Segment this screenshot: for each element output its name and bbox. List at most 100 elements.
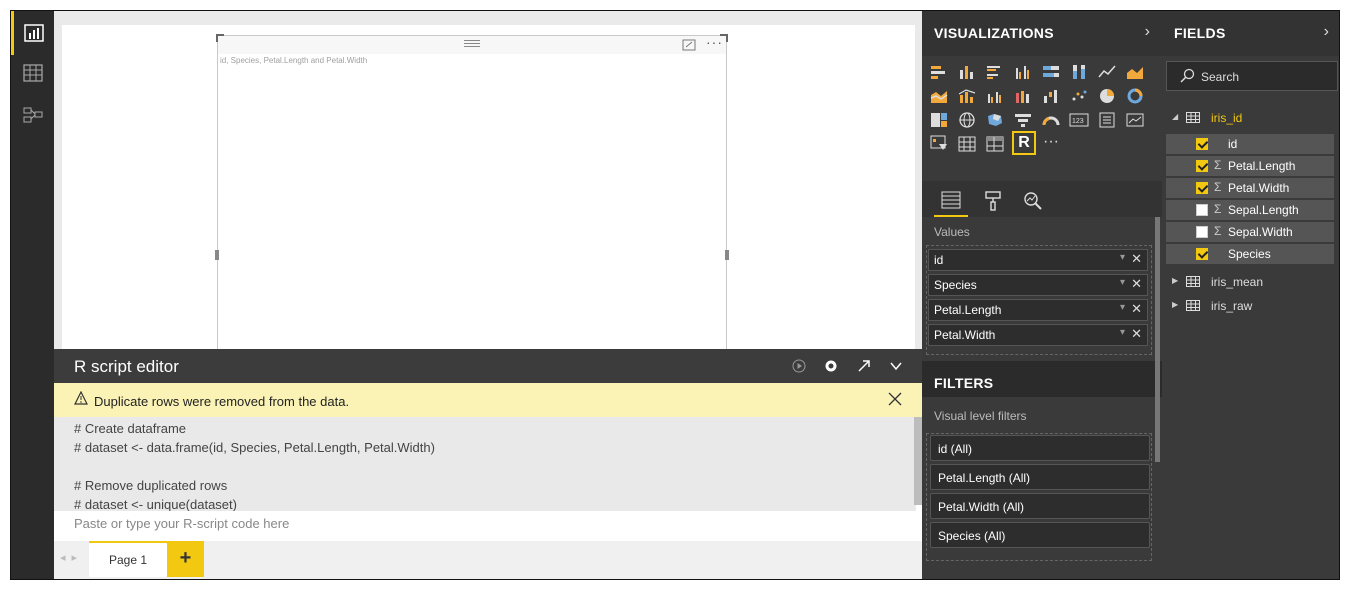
fields-search-input[interactable]: Search bbox=[1166, 61, 1338, 91]
stacked-area-chart-icon[interactable] bbox=[928, 85, 950, 107]
dropdown-icon[interactable]: ▾ bbox=[1120, 302, 1125, 313]
donut-chart-icon[interactable] bbox=[1124, 85, 1146, 107]
r-visual[interactable]: ··· id, Species, Petal.Length and Petal.… bbox=[215, 34, 729, 355]
collapsed-triangle-icon[interactable]: ▶ bbox=[1172, 276, 1178, 285]
clustered-bar-chart-icon[interactable] bbox=[984, 61, 1006, 83]
checkbox-unchecked[interactable] bbox=[1196, 204, 1208, 216]
stacked-column-chart-icon[interactable] bbox=[956, 61, 978, 83]
focus-mode-icon[interactable] bbox=[682, 38, 696, 56]
resize-handle[interactable] bbox=[215, 250, 219, 260]
matrix-visual-icon[interactable] bbox=[984, 133, 1006, 155]
run-script-icon[interactable] bbox=[789, 356, 809, 376]
page-tab-bar: ◂▸ Page 1 + bbox=[54, 541, 922, 579]
add-page-button[interactable]: + bbox=[167, 541, 204, 577]
waterfall-chart-icon[interactable] bbox=[1040, 85, 1062, 107]
open-external-icon[interactable] bbox=[854, 356, 874, 376]
dropdown-icon[interactable]: ▾ bbox=[1120, 252, 1125, 263]
slicer-icon[interactable] bbox=[928, 133, 950, 155]
visual-title: id, Species, Petal.Length and Petal.Widt… bbox=[220, 56, 368, 65]
stacked-bar-chart-icon[interactable] bbox=[928, 61, 950, 83]
collapse-chevron-down-icon[interactable] bbox=[886, 356, 906, 376]
drag-handle-icon[interactable] bbox=[464, 38, 480, 48]
field-item[interactable]: id bbox=[1166, 134, 1334, 154]
filter-card[interactable]: id (All) bbox=[930, 435, 1150, 461]
table-icon bbox=[1186, 112, 1200, 126]
remove-field-icon[interactable]: ✕ bbox=[1131, 251, 1142, 267]
checkbox-checked[interactable] bbox=[1196, 248, 1208, 260]
pane-scrollbar[interactable] bbox=[1155, 217, 1160, 462]
scatter-chart-icon[interactable] bbox=[1068, 85, 1090, 107]
data-view-icon[interactable] bbox=[11, 51, 54, 95]
value-field-well[interactable]: id ▾ ✕ bbox=[928, 249, 1148, 271]
line-and-clustered-column-icon[interactable] bbox=[984, 85, 1006, 107]
chevron-right-icon[interactable]: › bbox=[1324, 23, 1329, 41]
table-item-iris-id[interactable]: ◢ iris_id bbox=[1162, 107, 1339, 129]
field-item[interactable]: Σ Petal.Width bbox=[1166, 178, 1334, 198]
field-item[interactable]: Σ Petal.Length bbox=[1166, 156, 1334, 176]
settings-gear-icon[interactable] bbox=[821, 356, 841, 376]
r-code-area[interactable]: # Create dataframe # dataset <- data.fram… bbox=[54, 417, 916, 512]
value-field-well[interactable]: Petal.Length ▾ ✕ bbox=[928, 299, 1148, 321]
gauge-icon[interactable] bbox=[1040, 109, 1062, 131]
filter-card[interactable]: Petal.Width (All) bbox=[930, 493, 1150, 519]
clustered-column-chart-icon[interactable] bbox=[1012, 61, 1034, 83]
remove-field-icon[interactable]: ✕ bbox=[1131, 326, 1142, 342]
r-script-visual-icon[interactable]: R bbox=[1012, 131, 1036, 155]
expanded-triangle-icon[interactable]: ◢ bbox=[1172, 112, 1178, 121]
table-item-iris-mean[interactable]: ▶ iris_mean bbox=[1162, 271, 1339, 293]
funnel-chart-icon[interactable] bbox=[1012, 109, 1034, 131]
report-view-icon[interactable] bbox=[11, 11, 54, 55]
table-visual-icon[interactable] bbox=[956, 133, 978, 155]
100-stacked-column-icon[interactable] bbox=[1068, 61, 1090, 83]
field-name: Petal.Width bbox=[1228, 181, 1290, 195]
analytics-magnifier-icon[interactable] bbox=[1016, 185, 1050, 217]
chevron-right-icon[interactable]: › bbox=[1145, 23, 1150, 41]
multi-row-card-icon[interactable] bbox=[1096, 109, 1118, 131]
duplicate-warning-banner: Duplicate rows were removed from the dat… bbox=[54, 383, 922, 417]
resize-handle[interactable] bbox=[725, 250, 729, 260]
relationship-view-icon[interactable] bbox=[11, 93, 54, 137]
value-field-well[interactable]: Species ▾ ✕ bbox=[928, 274, 1148, 296]
ribbon-chart-icon[interactable] bbox=[1012, 85, 1034, 107]
fields-tab-icon[interactable] bbox=[934, 185, 968, 217]
close-icon[interactable] bbox=[888, 392, 902, 409]
r-script-input[interactable]: Paste or type your R-script code here bbox=[54, 511, 922, 541]
table-item-iris-raw[interactable]: ▶ iris_raw bbox=[1162, 295, 1339, 317]
collapsed-triangle-icon[interactable]: ▶ bbox=[1172, 300, 1178, 309]
field-item[interactable]: Σ Sepal.Length bbox=[1166, 200, 1334, 220]
kpi-icon[interactable] bbox=[1124, 109, 1146, 131]
checkbox-checked[interactable] bbox=[1196, 160, 1208, 172]
table-name: iris_mean bbox=[1211, 275, 1264, 289]
card-icon[interactable]: 123 bbox=[1068, 109, 1090, 131]
pie-chart-icon[interactable] bbox=[1096, 85, 1118, 107]
dropdown-icon[interactable]: ▾ bbox=[1120, 327, 1125, 338]
field-item[interactable]: Σ Sepal.Width bbox=[1166, 222, 1334, 242]
resize-handle[interactable] bbox=[216, 34, 224, 42]
line-and-stacked-column-icon[interactable] bbox=[956, 85, 978, 107]
pane-tabs bbox=[922, 181, 1162, 217]
format-paint-roller-icon[interactable] bbox=[976, 185, 1010, 217]
dropdown-icon[interactable]: ▾ bbox=[1120, 277, 1125, 288]
filled-map-icon[interactable] bbox=[984, 109, 1006, 131]
treemap-icon[interactable] bbox=[928, 109, 950, 131]
100-stacked-bar-icon[interactable] bbox=[1040, 61, 1062, 83]
page-scroll-arrows[interactable]: ◂▸ bbox=[60, 551, 83, 564]
checkbox-unchecked[interactable] bbox=[1196, 226, 1208, 238]
resize-handle[interactable] bbox=[720, 34, 728, 42]
fields-pane: FIELDS › Search ◢ iris_id id Σ Petal.Leng… bbox=[1162, 11, 1339, 579]
filter-card[interactable]: Petal.Length (All) bbox=[930, 464, 1150, 490]
value-field-well[interactable]: Petal.Width ▾ ✕ bbox=[928, 324, 1148, 346]
page-tab[interactable]: Page 1 bbox=[89, 541, 167, 577]
remove-field-icon[interactable]: ✕ bbox=[1131, 276, 1142, 292]
report-page[interactable]: ··· id, Species, Petal.Length and Petal.… bbox=[62, 25, 915, 355]
field-item[interactable]: Species bbox=[1166, 244, 1334, 264]
code-scrollbar[interactable] bbox=[914, 417, 922, 505]
map-globe-icon[interactable] bbox=[956, 109, 978, 131]
checkbox-checked[interactable] bbox=[1196, 182, 1208, 194]
filter-card[interactable]: Species (All) bbox=[930, 522, 1150, 548]
line-chart-icon[interactable] bbox=[1096, 61, 1118, 83]
checkbox-checked[interactable] bbox=[1196, 138, 1208, 150]
more-visuals-icon[interactable]: ··· bbox=[1040, 131, 1062, 153]
area-chart-icon[interactable] bbox=[1124, 61, 1146, 83]
remove-field-icon[interactable]: ✕ bbox=[1131, 301, 1142, 317]
